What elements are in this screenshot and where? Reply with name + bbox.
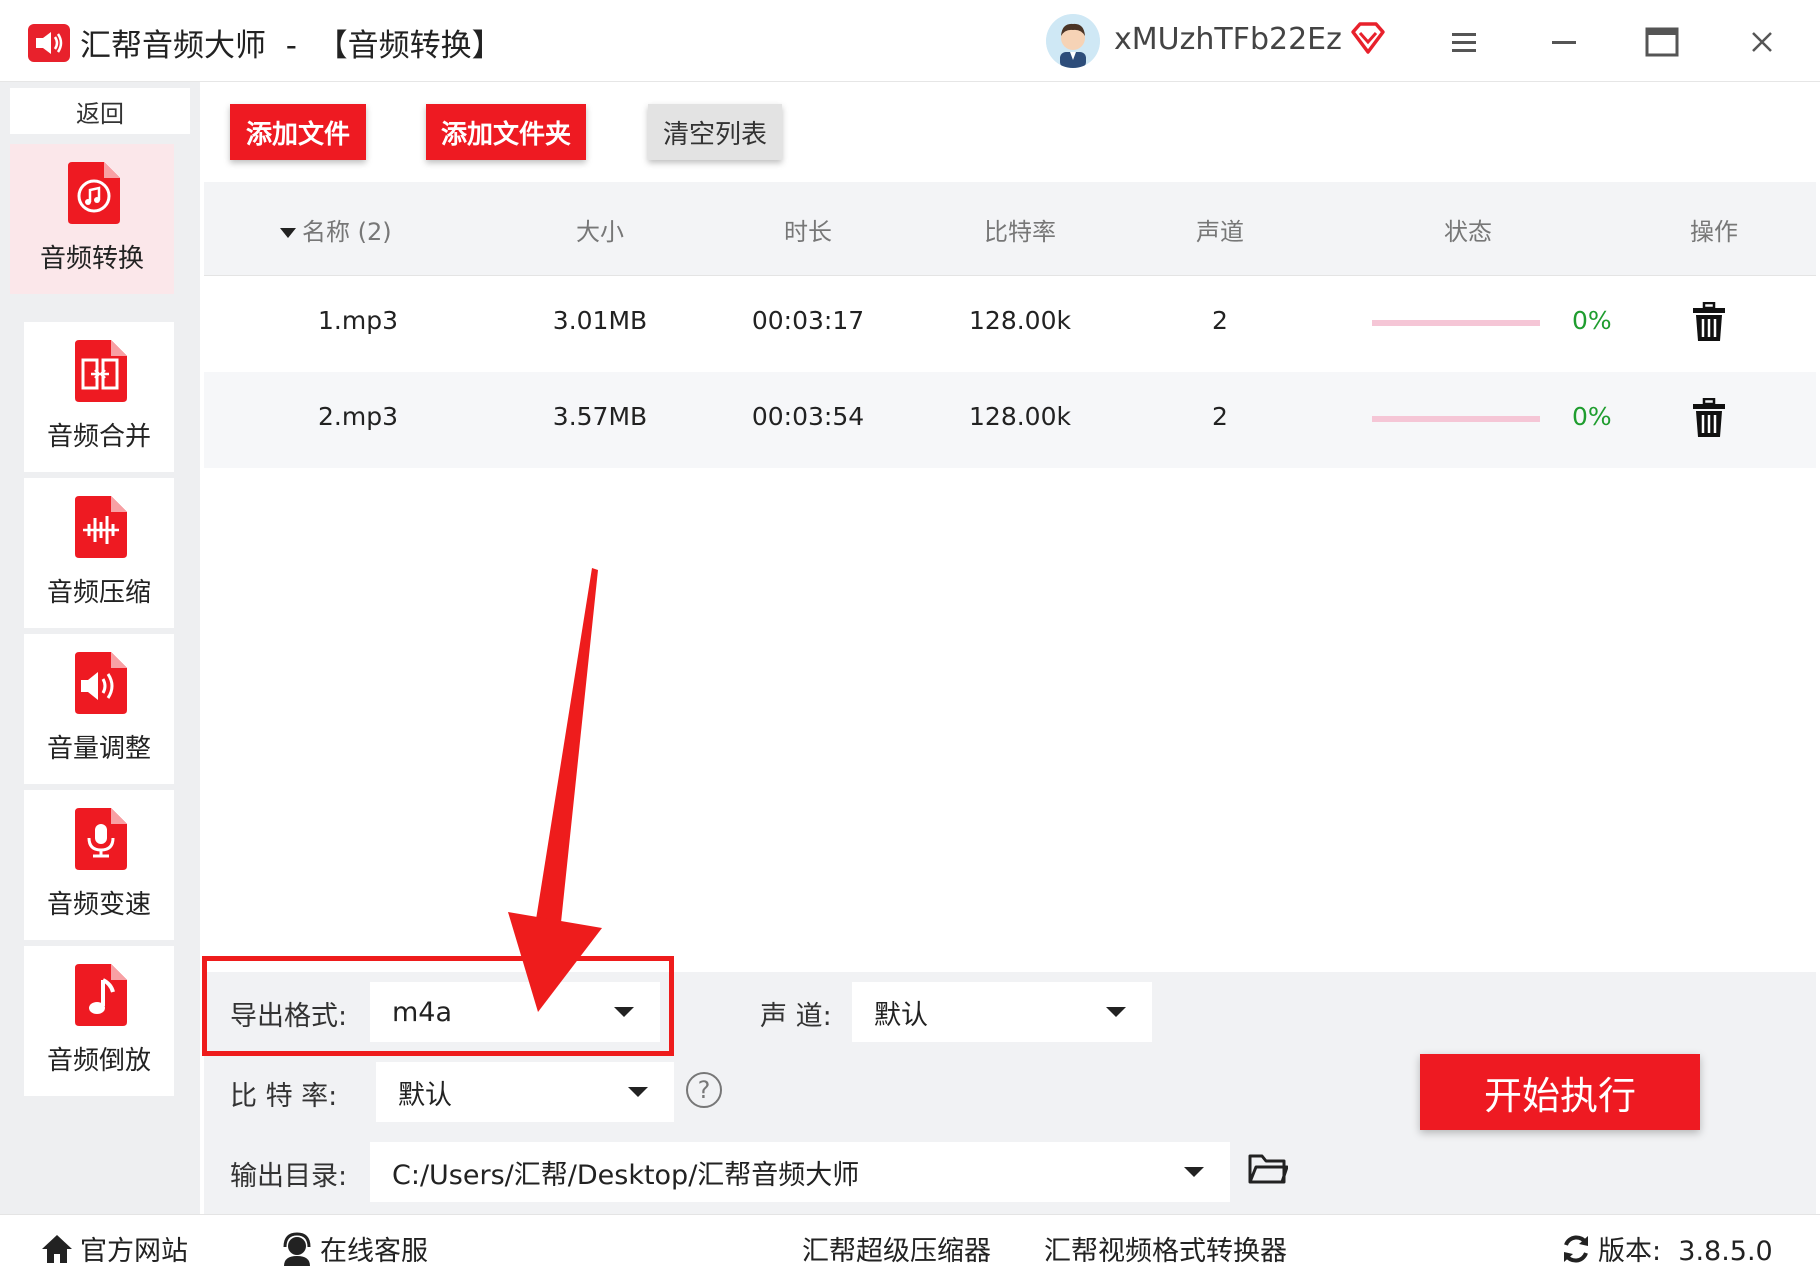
- sidebar-item-label: 音频倒放: [46, 1046, 151, 1076]
- channel-value: 默认: [874, 999, 928, 1031]
- sidebar-item-label: 音频合并: [46, 422, 151, 452]
- file-channels: 2: [1212, 306, 1228, 335]
- online-support-label: 在线客服: [320, 1236, 428, 1267]
- audio-speed-icon: [71, 808, 127, 870]
- column-size-header: 大小: [576, 218, 624, 246]
- progress-percent: 0%: [1572, 306, 1612, 335]
- file-name: 2.mp3: [318, 402, 398, 431]
- column-name-header[interactable]: 名称 (2): [280, 212, 392, 247]
- close-icon[interactable]: [1738, 18, 1786, 66]
- file-bitrate: 128.00k: [969, 402, 1071, 431]
- open-folder-icon[interactable]: [1248, 1152, 1289, 1190]
- chevron-down-icon: [628, 1087, 648, 1097]
- red-arrow-annotation: [508, 568, 602, 1012]
- table-row[interactable]: 2.mp3 3.57MB 00:03:54 128.00k 2 0%: [204, 372, 1816, 468]
- file-duration: 00:03:17: [751, 306, 865, 335]
- audio-merge-icon: [71, 340, 127, 402]
- progress-percent: 0%: [1572, 402, 1612, 431]
- help-icon[interactable]: ?: [686, 1072, 722, 1108]
- delete-trash-icon[interactable]: [1692, 397, 1726, 442]
- file-size: 3.01MB: [552, 306, 648, 335]
- delete-trash-icon[interactable]: [1692, 301, 1726, 346]
- super-compressor-link[interactable]: 汇帮超级压缩器: [802, 1229, 991, 1268]
- maximize-icon[interactable]: [1638, 18, 1686, 66]
- volume-adjust-icon: [71, 652, 127, 714]
- sidebar-item-label: 音量调整: [46, 734, 151, 764]
- add-file-button[interactable]: 添加文件: [230, 104, 366, 160]
- minimize-icon[interactable]: [1540, 18, 1588, 66]
- version-info[interactable]: 版本: 3.8.5.0: [1560, 1229, 1773, 1268]
- sidebar-item-audio-merge[interactable]: 音频合并: [24, 322, 174, 472]
- file-name: 1.mp3: [318, 306, 398, 335]
- home-icon: [42, 1234, 72, 1263]
- file-duration: 00:03:54: [751, 402, 865, 431]
- clear-list-button[interactable]: 清空列表: [648, 104, 782, 160]
- version-label: 版本: 3.8.5.0: [1598, 1236, 1773, 1267]
- audio-reverse-icon: [71, 964, 127, 1026]
- output-path-value: C:/Users/汇帮/Desktop/汇帮音频大师: [392, 1159, 860, 1191]
- refresh-icon: [1564, 1235, 1588, 1262]
- file-size: 3.57MB: [552, 402, 648, 431]
- sidebar-item-volume-adjust[interactable]: 音量调整: [24, 634, 174, 784]
- table-row[interactable]: 1.mp3 3.01MB 00:03:17 128.00k 2 0%: [204, 276, 1816, 372]
- channel-select[interactable]: 默认: [852, 982, 1152, 1042]
- title-bar: 汇帮音频大师 - 【音频转换】 xMUzhTFb22Ez: [0, 0, 1820, 82]
- column-bitrate-header: 比特率: [984, 218, 1056, 246]
- bitrate-value: 默认: [398, 1079, 452, 1111]
- bitrate-select[interactable]: 默认: [376, 1062, 674, 1122]
- file-table: 名称 (2) 大小 时长 比特率 声道 状态 操作 1.mp3 3.01MB 0…: [204, 182, 1816, 472]
- file-channels: 2: [1212, 402, 1228, 431]
- chevron-down-icon: [1106, 1007, 1126, 1017]
- start-button[interactable]: 开始执行: [1420, 1054, 1700, 1130]
- sidebar-item-label: 音频压缩: [46, 578, 151, 608]
- avatar[interactable]: [1046, 14, 1100, 68]
- footer-bar: 官方网站 在线客服 汇帮超级压缩器 汇帮视频格式转换器 版本: 3.8.5.0: [0, 1214, 1820, 1280]
- sidebar-item-label: 音频变速: [46, 890, 151, 920]
- video-converter-link[interactable]: 汇帮视频格式转换器: [1044, 1229, 1287, 1268]
- back-button[interactable]: 返回: [10, 88, 190, 134]
- app-name: 汇帮音频大师: [80, 28, 266, 64]
- sidebar-item-label: 音频转换: [39, 244, 144, 274]
- column-status-header: 状态: [1444, 218, 1492, 246]
- sidebar-item-audio-reverse[interactable]: 音频倒放: [24, 946, 174, 1096]
- progress-bar: [1372, 320, 1540, 326]
- table-header: 名称 (2) 大小 时长 比特率 声道 状态 操作: [204, 182, 1816, 276]
- progress-bar: [1372, 416, 1540, 422]
- bitrate-label: 比 特 率:: [230, 1081, 338, 1112]
- column-duration-header: 时长: [784, 218, 832, 246]
- audio-convert-icon: [64, 162, 120, 224]
- sort-caret-icon: [280, 228, 296, 238]
- column-action-header: 操作: [1690, 218, 1738, 246]
- menu-icon[interactable]: [1440, 18, 1488, 66]
- output-label: 输出目录:: [230, 1161, 348, 1192]
- title-suffix: - 【音频转换】: [266, 28, 503, 64]
- app-logo-icon: [28, 24, 70, 62]
- file-bitrate: 128.00k: [969, 306, 1071, 335]
- chevron-down-icon: [1184, 1167, 1204, 1177]
- online-support-link[interactable]: 在线客服: [280, 1229, 428, 1268]
- sidebar-item-audio-compress[interactable]: 音频压缩: [24, 478, 174, 628]
- vip-diamond-icon[interactable]: [1350, 20, 1386, 60]
- column-channels-header: 声道: [1196, 218, 1244, 246]
- channel-label: 声 道:: [760, 1001, 832, 1032]
- official-website-label: 官方网站: [80, 1236, 188, 1267]
- sidebar-item-audio-convert[interactable]: 音频转换: [10, 144, 174, 294]
- audio-compress-icon: [71, 496, 127, 558]
- sidebar: 返回 音频转换 音频合并 音频压缩 音量调整 音频变速 音频倒放: [0, 82, 200, 1214]
- add-folder-button[interactable]: 添加文件夹: [426, 104, 586, 160]
- column-name-label: 名称 (2): [302, 218, 392, 246]
- sidebar-item-audio-speed[interactable]: 音频变速: [24, 790, 174, 940]
- official-website-link[interactable]: 官方网站: [40, 1229, 188, 1268]
- app-title: 汇帮音频大师 - 【音频转换】: [80, 20, 503, 65]
- support-headset-icon: [283, 1231, 311, 1266]
- username[interactable]: xMUzhTFb22Ez: [1114, 22, 1342, 57]
- output-path-select[interactable]: C:/Users/汇帮/Desktop/汇帮音频大师: [370, 1142, 1230, 1202]
